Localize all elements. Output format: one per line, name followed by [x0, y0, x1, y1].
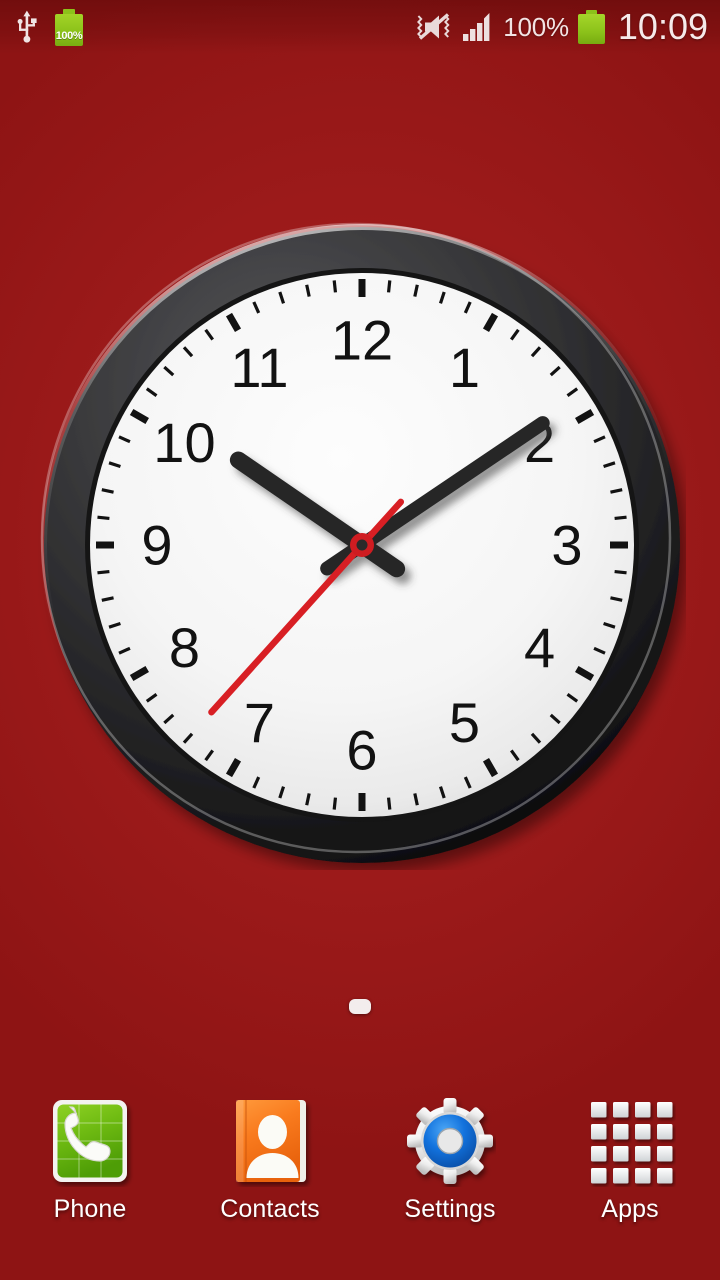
signal-bars-icon	[462, 12, 494, 42]
apps-grid-square	[657, 1102, 673, 1118]
clock-tick-minor	[614, 515, 627, 521]
apps-grid-square	[613, 1102, 629, 1118]
clock-numeral: 12	[331, 309, 393, 372]
clock-numeral: 11	[230, 336, 288, 399]
clock-tick-minor	[386, 797, 392, 810]
contacts-icon[interactable]	[224, 1095, 316, 1187]
clock-tick-minor	[332, 797, 338, 810]
clock-tick-minor	[386, 280, 392, 293]
dock-label-contacts: Contacts	[220, 1195, 320, 1223]
clock-tick-minor	[614, 569, 627, 575]
page-dot-active[interactable]	[349, 999, 371, 1014]
clock-numeral: 1	[449, 336, 480, 399]
dock-item-settings[interactable]: Settings	[360, 1095, 540, 1222]
apps-grid-square	[657, 1146, 673, 1162]
apps-grid-square	[591, 1102, 607, 1118]
apps-grid-square	[613, 1146, 629, 1162]
clock-numeral: 5	[449, 691, 480, 754]
dock-label-phone: Phone	[53, 1195, 127, 1223]
apps-grid-square	[635, 1124, 651, 1140]
status-bar[interactable]: 100% 100% 10:09	[0, 0, 720, 54]
analog-clock-face: 12 1234567891011	[40, 222, 683, 866]
battery-icon	[577, 10, 605, 44]
apps-grid-square	[591, 1168, 607, 1184]
apps-grid-square	[613, 1124, 629, 1140]
clock-numeral: 10	[153, 411, 215, 474]
clock-numeral: 4	[524, 616, 555, 679]
apps-grid-square	[591, 1146, 607, 1162]
clock-tick-minor	[332, 280, 338, 293]
analog-clock-widget[interactable]: 12 1 2 3 4 5 6 7 8 9 10 11	[38, 220, 686, 870]
clock-numeral: 7	[244, 691, 275, 754]
dock: Phone Contacts Settings Apps	[0, 1085, 720, 1280]
home-screen: 100% 100% 10:09 12 1 2 3 4 5 6 7 8 9 10 …	[0, 0, 720, 1280]
clock-numeral: 9	[141, 514, 172, 577]
apps-grid-square	[635, 1146, 651, 1162]
clock-numeral: 6	[346, 719, 377, 782]
dock-label-apps: Apps	[601, 1195, 659, 1223]
usb-icon	[14, 10, 40, 44]
battery-body	[577, 14, 605, 44]
phone-icon[interactable]	[44, 1095, 136, 1187]
clock-numeral: 8	[169, 616, 200, 679]
clock-numeral: 3	[551, 514, 582, 577]
battery-percent-inline: 100%	[55, 29, 83, 42]
battery-icon: 100%	[54, 8, 84, 46]
apps-grid-icon[interactable]	[584, 1095, 676, 1187]
apps-grid-square	[635, 1168, 651, 1184]
status-bar-right: 100% 10:09	[415, 9, 708, 45]
apps-grid-square	[657, 1168, 673, 1184]
apps-grid-square	[613, 1168, 629, 1184]
status-bar-clock: 10:09	[617, 6, 708, 47]
battery-percent-text: 100%	[503, 12, 569, 42]
dock-item-apps[interactable]: Apps	[540, 1095, 720, 1222]
battery-cap	[63, 8, 75, 14]
apps-grid-square	[635, 1102, 651, 1118]
page-indicator[interactable]	[0, 999, 720, 1014]
dock-label-settings: Settings	[404, 1195, 496, 1223]
vibrate-mute-icon	[415, 11, 453, 43]
settings-gear-icon[interactable]	[404, 1095, 496, 1187]
clock-hub-center	[356, 539, 368, 551]
status-bar-left: 100%	[14, 8, 84, 46]
apps-grid-square	[657, 1124, 673, 1140]
clock-tick-minor	[97, 515, 110, 521]
dock-item-phone[interactable]: Phone	[0, 1095, 180, 1222]
clock-tick-minor	[97, 569, 110, 575]
apps-grid-square	[591, 1124, 607, 1140]
dock-item-contacts[interactable]: Contacts	[180, 1095, 360, 1222]
